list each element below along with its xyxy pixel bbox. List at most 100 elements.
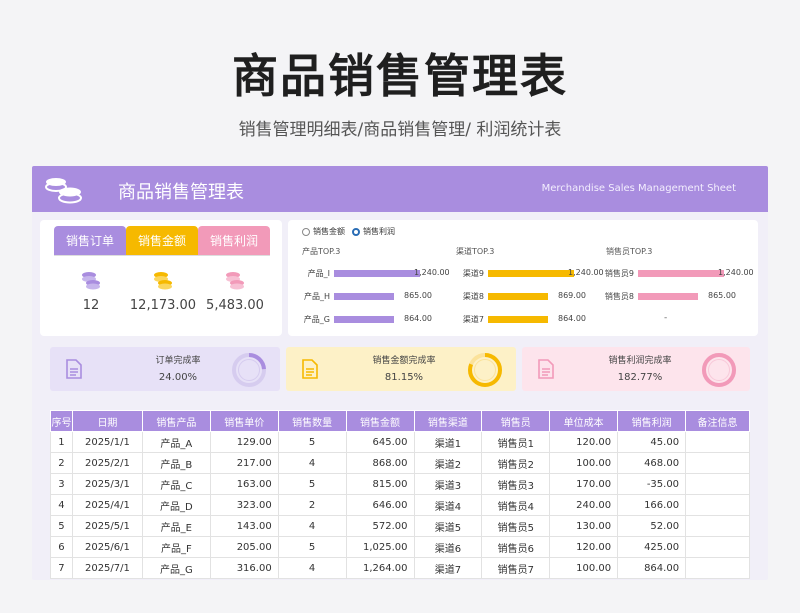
column-header[interactable]: 日期 xyxy=(71,410,143,432)
page-title: 商品销售管理表 xyxy=(232,49,568,103)
table-row[interactable]: 7 2025/7/1 产品_G 316.00 4 1,264.00 渠道7 销售员7 100.0… xyxy=(50,557,750,579)
banner-subtitle: Merchandise Sales Management Sheet xyxy=(541,183,736,194)
column-header[interactable]: 销售数量 xyxy=(277,410,347,432)
column-header[interactable]: 销售产品 xyxy=(141,410,211,432)
tab-sales-profit[interactable]: 销售利润 xyxy=(198,226,270,256)
table-cell: 240.00 xyxy=(549,494,619,516)
bar-mark xyxy=(488,316,548,323)
table-cell: 572.00 xyxy=(345,515,415,537)
table-cell: 815.00 xyxy=(345,473,415,495)
table-cell: 4 xyxy=(277,452,347,474)
table-cell: 868.00 xyxy=(345,452,415,474)
table-cell: 3 xyxy=(50,473,73,495)
profit-completion-card: 销售利润完成率 182.77% xyxy=(522,347,750,391)
table-cell: 产品_A xyxy=(141,431,211,453)
bar-value-label: 865.00 xyxy=(708,291,736,300)
bar-value-label: 869.00 xyxy=(558,291,586,300)
table-row[interactable]: 1 2025/1/1 产品_A 129.00 5 645.00 渠道1 销售员1 120.00 4… xyxy=(50,431,750,453)
table-cell xyxy=(685,473,750,495)
bar-mark xyxy=(334,293,394,300)
column-header[interactable]: 销售员 xyxy=(481,410,551,432)
table-cell: 5 xyxy=(50,515,73,537)
table-cell: 100.00 xyxy=(549,452,619,474)
coins-icon xyxy=(82,272,100,290)
table-cell: 产品_E xyxy=(141,515,211,537)
table-cell: 425.00 xyxy=(617,536,687,558)
rate-value: 81.15% xyxy=(384,372,424,383)
table-cell: -35.00 xyxy=(617,473,687,495)
bar-mark xyxy=(638,293,698,300)
table-cell: 120.00 xyxy=(549,536,619,558)
column-header[interactable]: 销售单价 xyxy=(209,410,279,432)
ring-inner xyxy=(474,359,496,381)
table-cell xyxy=(685,431,750,453)
bar-label: 销售员8 xyxy=(604,292,634,301)
table-cell: 产品_D xyxy=(141,494,211,516)
column-header[interactable]: 销售金额 xyxy=(345,410,415,432)
table-cell: 166.00 xyxy=(617,494,687,516)
column-header[interactable]: 序号 xyxy=(50,410,73,432)
column-header[interactable]: 备注信息 xyxy=(685,410,750,432)
empty-placeholder: - xyxy=(664,313,668,323)
table-cell xyxy=(685,515,750,537)
rate-label: 销售利润完成率 xyxy=(608,356,672,366)
document-icon xyxy=(302,359,318,379)
table-row[interactable]: 4 2025/4/1 产品_D 323.00 2 646.00 渠道4 销售员4 240.00 1… xyxy=(50,494,750,516)
table-header-row: 序号 日期 销售产品 销售单价 销售数量 销售金额 销售渠道 销售员 单位成本 销售利润 备注信息 xyxy=(50,410,750,432)
table-cell: 468.00 xyxy=(617,452,687,474)
tab-sales-amount[interactable]: 销售金额 xyxy=(126,226,198,256)
table-cell: 6 xyxy=(50,536,73,558)
document-icon xyxy=(66,359,82,379)
bar-label: 产品_G xyxy=(303,315,330,324)
table-cell: 5 xyxy=(277,473,347,495)
table-cell: 销售员4 xyxy=(481,494,551,516)
table-cell: 2025/1/1 xyxy=(71,431,143,453)
table-cell: 销售员5 xyxy=(481,515,551,537)
order-completion-card: 订单完成率 24.00% xyxy=(50,347,280,391)
kpi-panel: 销售订单 销售金额 销售利润 12 12,173.00 5,483.00 xyxy=(40,220,282,336)
table-cell: 2 xyxy=(50,452,73,474)
tab-divider xyxy=(54,255,270,256)
bar-mark xyxy=(488,270,574,277)
radio-checked-icon xyxy=(352,227,360,236)
table-cell: 销售员7 xyxy=(481,557,551,579)
tab-sales-orders[interactable]: 销售订单 xyxy=(54,226,126,256)
radio-sales-amount[interactable]: 销售金额 xyxy=(302,226,345,237)
table-cell: 217.00 xyxy=(209,452,279,474)
radio-sales-profit[interactable]: 销售利润 xyxy=(352,226,395,237)
table-cell: 渠道3 xyxy=(413,473,483,495)
table-cell: 864.00 xyxy=(617,557,687,579)
bar-value-label: 1,240.00 xyxy=(718,268,754,277)
table-cell: 163.00 xyxy=(209,473,279,495)
top3-product-title: 产品TOP.3 xyxy=(302,247,341,256)
table-cell: 渠道6 xyxy=(413,536,483,558)
top3-channel-title: 渠道TOP.3 xyxy=(456,247,495,256)
kpi-amount-value: 12,173.00 xyxy=(129,298,197,313)
table-cell: 销售员1 xyxy=(481,431,551,453)
table-cell: 渠道2 xyxy=(413,452,483,474)
table-cell: 1,025.00 xyxy=(345,536,415,558)
table-cell: 渠道7 xyxy=(413,557,483,579)
column-header[interactable]: 单位成本 xyxy=(549,410,619,432)
bar-label: 产品_I xyxy=(307,269,330,278)
table-cell: 销售员3 xyxy=(481,473,551,495)
table-cell: 2025/5/1 xyxy=(71,515,143,537)
top3-panel: 销售金额 销售利润 产品TOP.3 渠道TOP.3 销售员TOP.3 - 产品_… xyxy=(288,220,758,336)
radio-label: 销售金额 xyxy=(313,227,345,236)
progress-ring xyxy=(702,353,736,387)
table-row[interactable]: 3 2025/3/1 产品_C 163.00 5 815.00 渠道3 销售员3 170.00-… xyxy=(50,473,750,495)
table-row[interactable]: 2 2025/2/1 产品_B 217.00 4 868.00 渠道2 销售员2 100.00 4… xyxy=(50,452,750,474)
table-cell xyxy=(685,536,750,558)
table-row[interactable]: 6 2025/6/1 产品_F 205.00 5 1,025.00 渠道6 销售员6 120.0… xyxy=(50,536,750,558)
table-cell: 4 xyxy=(50,494,73,516)
table-cell: 646.00 xyxy=(345,494,415,516)
document-icon xyxy=(538,359,554,379)
column-header[interactable]: 销售利润 xyxy=(617,410,687,432)
bar-mark xyxy=(638,270,724,277)
table-cell: 45.00 xyxy=(617,431,687,453)
bar-value-label: 1,240.00 xyxy=(568,268,604,277)
table-row[interactable]: 5 2025/5/1 产品_E 143.00 4 572.00 渠道5 销售员5 130.00 5… xyxy=(50,515,750,537)
progress-ring xyxy=(232,353,266,387)
table-cell: 2025/6/1 xyxy=(71,536,143,558)
column-header[interactable]: 销售渠道 xyxy=(413,410,483,432)
